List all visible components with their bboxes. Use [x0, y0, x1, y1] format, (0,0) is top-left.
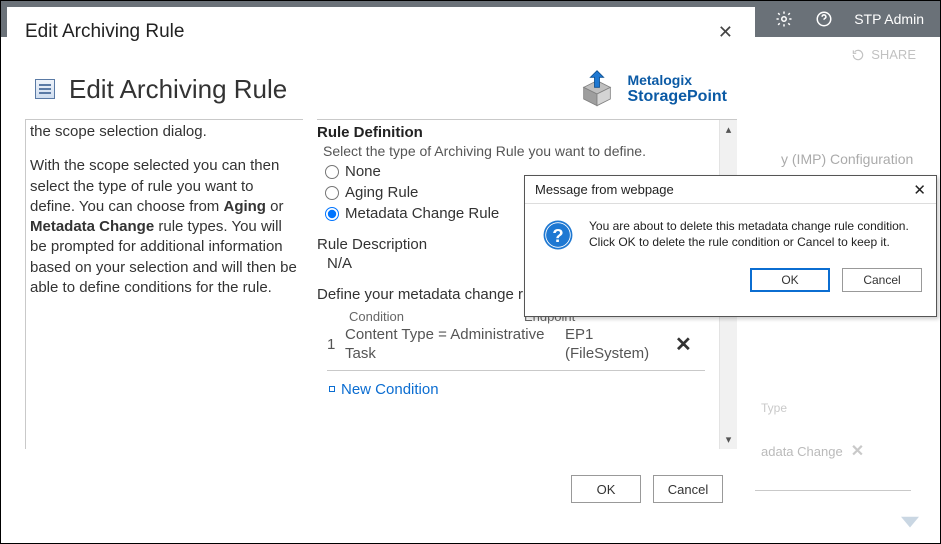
help-p1: the scope selection dialog. — [30, 122, 299, 142]
dialog-heading-text: Edit Archiving Rule — [69, 74, 287, 105]
msgbox-titlebar: Message from webpage ✕ — [525, 176, 936, 204]
scroll-down-icon[interactable]: ▾ — [726, 430, 732, 449]
help-icon[interactable] — [814, 9, 834, 29]
radio-aging-label: Aging Rule — [345, 184, 418, 201]
help-p2b: Aging — [223, 198, 266, 215]
help-p2d: Metadata Change — [30, 218, 154, 235]
msgbox-buttons: OK Cancel — [525, 262, 936, 304]
radio-metadata-input[interactable] — [325, 207, 339, 221]
rule-definition-title: Rule Definition — [317, 124, 705, 141]
help-p2c: or — [266, 198, 284, 215]
new-condition-link[interactable]: New Condition — [329, 381, 705, 398]
radio-none-label: None — [345, 163, 381, 180]
scroll-up-icon[interactable]: ▴ — [726, 120, 732, 139]
brand-bottom: StoragePoint — [627, 88, 727, 106]
endpoint-text: EP1 (FileSystem) — [565, 326, 675, 364]
msgbox-text: You are about to delete this metadata ch… — [589, 218, 920, 252]
msgbox-body: ? You are about to delete this metadata … — [525, 204, 936, 262]
dialog-heading: Edit Archiving Rule — [35, 74, 287, 105]
condition-index: 1 — [327, 336, 345, 353]
msgbox-ok-button[interactable]: OK — [750, 268, 830, 292]
gear-icon[interactable] — [774, 9, 794, 29]
help-panel: the scope selection dialog. With the sco… — [25, 119, 303, 449]
dialog-title: Edit Archiving Rule — [25, 21, 184, 43]
storagepoint-box-icon — [577, 69, 617, 109]
radio-metadata-label: Metadata Change Rule — [345, 205, 499, 222]
condition-text: Content Type = Administrative Task — [345, 326, 565, 364]
ok-button[interactable]: OK — [571, 475, 641, 503]
topbar-user[interactable]: STP Admin — [854, 11, 924, 27]
document-icon — [35, 79, 55, 99]
dialog-buttons: OK Cancel — [571, 475, 723, 503]
bullet-icon — [329, 386, 335, 392]
msgbox-title: Message from webpage — [535, 182, 674, 197]
new-condition-label: New Condition — [341, 381, 439, 398]
msgbox-cancel-button[interactable]: Cancel — [842, 268, 922, 292]
brand-logo: Metalogix StoragePoint — [577, 69, 727, 109]
col-condition: Condition — [349, 309, 404, 324]
rule-definition-sub: Select the type of Archiving Rule you wa… — [323, 143, 705, 159]
delete-condition-icon[interactable]: ✕ — [675, 332, 692, 357]
dialog-header: Edit Archiving Rule Metalogix StoragePoi… — [7, 51, 755, 119]
cancel-button[interactable]: Cancel — [653, 475, 723, 503]
msgbox-close-icon[interactable]: ✕ — [913, 181, 926, 199]
help-p2: With the scope selected you can then sel… — [30, 156, 299, 298]
brand-top: Metalogix — [627, 72, 727, 88]
svg-text:?: ? — [552, 225, 563, 246]
condition-row: 1 Content Type = Administrative Task EP1… — [327, 326, 705, 371]
radio-none-input[interactable] — [325, 165, 339, 179]
dialog-titlebar: Edit Archiving Rule ✕ — [7, 7, 755, 51]
confirm-delete-dialog: Message from webpage ✕ ? You are about t… — [524, 175, 937, 317]
question-icon: ? — [541, 218, 575, 252]
radio-aging-input[interactable] — [325, 186, 339, 200]
dialog-close-icon[interactable]: ✕ — [714, 18, 737, 47]
